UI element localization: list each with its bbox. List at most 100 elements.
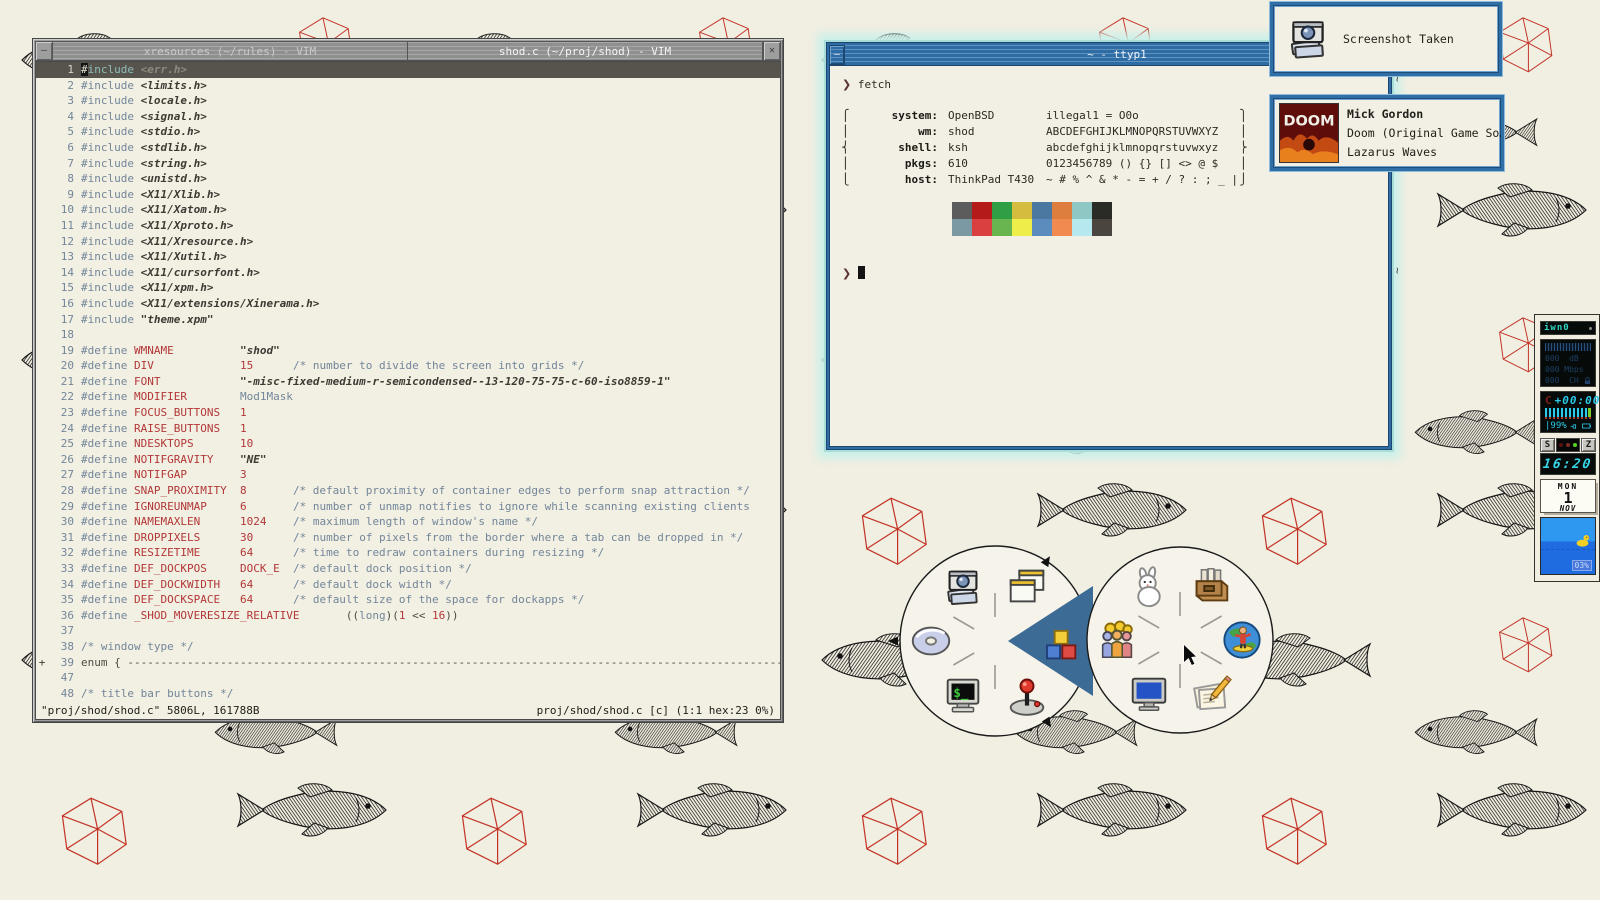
battery-icon (1582, 422, 1592, 430)
palette-swatch (1092, 202, 1112, 219)
pie-item-terminal[interactable] (940, 673, 986, 719)
fetch-row: ⎪pkgs:6100123456789 () {} [] <> @ $⎪ (842, 156, 1238, 172)
pie-item-bunny[interactable] (1126, 564, 1172, 610)
prompt-icon: ❯ (842, 78, 851, 91)
minimize-button[interactable]: – (35, 41, 53, 61)
pie-item-disc[interactable] (908, 618, 954, 664)
palette-swatch (1072, 202, 1092, 219)
vim-titlebar[interactable]: – xresources (~/rules) - VIM shod.c (~/p… (35, 41, 781, 61)
fetch-row: ⎨shell:kshabcdefghijklmnopqrstuvwxyz⎬ (842, 140, 1238, 156)
code-line: 15#include <X11/xpm.h> (36, 280, 780, 296)
sleep-button[interactable]: Z (1581, 438, 1596, 452)
code-line: 28#define SNAP_PROXIMITY 8 /* default pr… (36, 483, 780, 499)
water-line (1541, 549, 1595, 550)
minimize-button[interactable]: – (829, 45, 845, 65)
led-red-dim (1559, 443, 1563, 447)
duck-pond-widget[interactable]: 03% (1540, 517, 1596, 575)
windows-icon (1004, 564, 1050, 610)
pie-item-blocks[interactable] (1037, 622, 1083, 668)
lock-icon (1584, 377, 1591, 385)
code-line: 16#include <X11/extensions/Xinerama.h> (36, 296, 780, 312)
blocks-icon (1037, 622, 1083, 668)
palette-swatch (1032, 219, 1052, 236)
notes-icon (1188, 671, 1234, 717)
palette-swatch (1032, 202, 1052, 219)
prompt-icon: ❯ (842, 267, 851, 280)
wifi-db-row: 000 dB (1545, 353, 1591, 364)
pie-item-monitor[interactable] (1126, 671, 1172, 717)
code-line: 7#include <string.h> (36, 156, 780, 172)
code-line: 19#define WMNAME "shod" (36, 343, 780, 359)
code-line: 33#define DEF_DOCKPOS DOCK_E /* default … (36, 561, 780, 577)
battery-widget[interactable]: C +00:00 |99% (1540, 391, 1596, 433)
code-line: 48/* title bar buttons */ (36, 686, 780, 702)
code-area[interactable]: 1#include <err.h> 2#include <limits.h> 3… (36, 62, 780, 702)
vim-statusline: "proj/shod/shod.c" 5806L, 161788B proj/s… (36, 702, 780, 720)
pie-item-camera[interactable] (940, 564, 986, 610)
palette-swatch (1092, 219, 1112, 236)
notification-screenshot[interactable]: Screenshot Taken (1270, 2, 1502, 76)
sound-button[interactable]: S (1540, 438, 1555, 452)
code-line: 30#define NAMEMAXLEN 1024 /* maximum len… (36, 514, 780, 530)
prompt-line-current[interactable]: ❯ (842, 266, 865, 280)
code-line: 36#define _SHOD_MOVERESIZE_RELATIVE ((lo… (36, 608, 780, 624)
terminal-color-palette (952, 202, 1112, 236)
duck-icon (1575, 534, 1590, 547)
code-line: 20#define DIV 15 /* number to divide the… (36, 358, 780, 374)
globe-icon (1219, 617, 1265, 663)
joystick-icon (1004, 673, 1050, 719)
battery-meter (1545, 408, 1591, 419)
led-red (1566, 443, 1570, 447)
battery-mode: C (1545, 394, 1552, 407)
pie-item-notes[interactable] (1188, 671, 1234, 717)
wifi-interface-label[interactable]: iwn0 (1540, 321, 1596, 335)
camera-icon (1283, 14, 1333, 64)
led-green (1573, 443, 1577, 447)
wifi-monitor-widget[interactable]: 000 dB 000 Mbps 000 CH (1540, 339, 1596, 387)
pie-item-joystick[interactable] (1004, 673, 1050, 719)
wifi-mbps-row: 000 Mbps (1545, 364, 1591, 375)
cabinet-icon (1188, 564, 1234, 610)
close-icon[interactable]: ✕ (763, 41, 781, 61)
code-line: 17#include "theme.xpm" (36, 312, 780, 328)
battery-time: +00:00 (1555, 394, 1600, 407)
code-line: 25#define NDESKTOPS 10 (36, 436, 780, 452)
wifi-signal-graph (1545, 343, 1591, 351)
code-line: 34#define DEF_DOCKWIDTH 64 /* default do… (36, 577, 780, 593)
code-line: 11#include <X11/Xproto.h> (36, 218, 780, 234)
pond-value: 03% (1572, 560, 1592, 571)
camera-icon (940, 564, 986, 610)
clock-widget[interactable]: 16:20 (1540, 453, 1596, 475)
code-line: 14#include <X11/cursorfont.h> (36, 265, 780, 281)
bunny-icon (1126, 564, 1172, 610)
code-line: 5#include <stdio.h> (36, 124, 780, 140)
fetch-row: ⎧system:OpenBSDillegal1 = O0o⎫ (842, 108, 1238, 124)
music-track: Lazarus Waves (1347, 143, 1501, 162)
users-icon (1095, 617, 1141, 663)
pie-item-users[interactable] (1095, 617, 1141, 663)
music-artist: Mick Gordon (1347, 105, 1501, 124)
tab-xresources[interactable]: xresources (~/rules) - VIM (52, 41, 408, 61)
text-cursor (858, 266, 865, 279)
code-line: 24#define RAISE_BUTTONS 1 (36, 421, 780, 437)
plug-icon (1570, 422, 1579, 431)
album-art: DOOM (1279, 103, 1339, 163)
code-line: 23#define FOCUS_BUTTONS 1 (36, 405, 780, 421)
code-line: 10#include <X11/Xatom.h> (36, 202, 780, 218)
pie-item-cabinet[interactable] (1188, 564, 1234, 610)
pie-item-windows[interactable] (1004, 564, 1050, 610)
prompt-line: ❯ fetch (842, 78, 891, 91)
dock-button-row: S Z (1540, 437, 1596, 453)
calendar-day: 1 (1541, 491, 1595, 505)
vim-editor-area[interactable]: 1#include <err.h> 2#include <limits.h> 3… (35, 61, 781, 720)
code-line: 1#include <err.h> (36, 62, 780, 78)
notification-now-playing[interactable]: DOOM Mick Gordon Doom (Original Game So…… (1270, 95, 1504, 171)
code-line: 6#include <stdlib.h> (36, 140, 780, 156)
svg-text:DOOM: DOOM (1283, 113, 1334, 129)
code-line: 12#include <X11/Xresource.h> (36, 234, 780, 250)
tab-shod-c[interactable]: shod.c (~/proj/shod) - VIM (407, 41, 763, 61)
fetch-row: ⎪wm:shodABCDEFGHIJKLMNOPQRSTUVWXYZ⎪ (842, 124, 1238, 140)
code-line: 32#define RESIZETIME 64 /* time to redra… (36, 545, 780, 561)
calendar-widget[interactable]: MON 1 NOV (1540, 479, 1596, 513)
pie-item-globe[interactable] (1219, 617, 1265, 663)
